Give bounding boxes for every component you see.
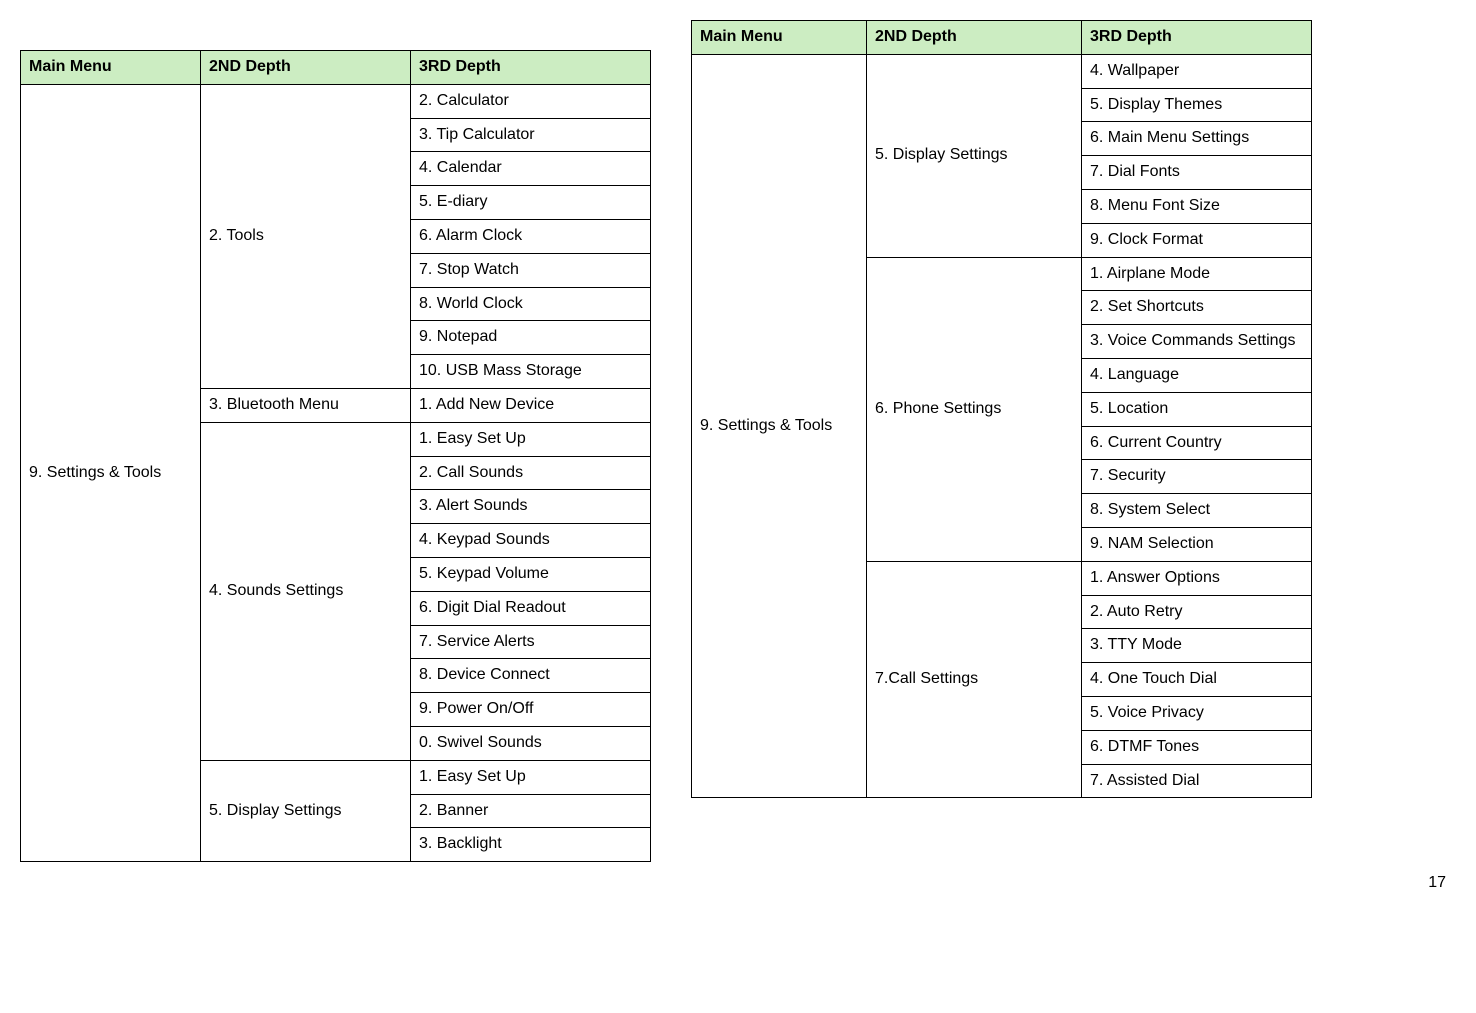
third-cell: 1. Answer Options [1082, 561, 1312, 595]
third-cell: 8. Device Connect [411, 659, 651, 693]
third-cell: 4. Keypad Sounds [411, 524, 651, 558]
header-third: 3RD Depth [1082, 21, 1312, 55]
third-cell: 1. Airplane Mode [1082, 257, 1312, 291]
third-cell: 2. Banner [411, 794, 651, 828]
third-cell: 2. Auto Retry [1082, 595, 1312, 629]
third-cell: 7. Security [1082, 460, 1312, 494]
third-cell: 0. Swivel Sounds [411, 726, 651, 760]
third-cell: 4. Calendar [411, 152, 651, 186]
third-cell: 5. Keypad Volume [411, 557, 651, 591]
third-cell: 6. DTMF Tones [1082, 730, 1312, 764]
third-cell: 2. Calculator [411, 84, 651, 118]
third-cell: 1. Easy Set Up [411, 760, 651, 794]
second-cell: 2. Tools [201, 84, 411, 388]
third-cell: 6. Main Menu Settings [1082, 122, 1312, 156]
header-second: 2ND Depth [867, 21, 1082, 55]
third-cell: 6. Digit Dial Readout [411, 591, 651, 625]
second-cell: 3. Bluetooth Menu [201, 388, 411, 422]
third-cell: 9. Notepad [411, 321, 651, 355]
third-cell: 7. Assisted Dial [1082, 764, 1312, 798]
third-cell: 4. Wallpaper [1082, 54, 1312, 88]
header-main: Main Menu [692, 21, 867, 55]
second-cell: 7.Call Settings [867, 561, 1082, 798]
header-second: 2ND Depth [201, 51, 411, 85]
third-cell: 5. Location [1082, 392, 1312, 426]
third-cell: 10. USB Mass Storage [411, 355, 651, 389]
third-cell: 7. Dial Fonts [1082, 156, 1312, 190]
main-cell: 9. Settings & Tools [692, 54, 867, 798]
third-cell: 3. Backlight [411, 828, 651, 862]
header-main: Main Menu [21, 51, 201, 85]
third-cell: 9. NAM Selection [1082, 527, 1312, 561]
third-cell: 4. One Touch Dial [1082, 663, 1312, 697]
third-cell: 7. Service Alerts [411, 625, 651, 659]
third-cell: 7. Stop Watch [411, 253, 651, 287]
third-cell: 5. E-diary [411, 186, 651, 220]
third-cell: 5. Display Themes [1082, 88, 1312, 122]
third-cell: 3. Tip Calculator [411, 118, 651, 152]
third-cell: 1. Add New Device [411, 388, 651, 422]
third-cell: 8. Menu Font Size [1082, 189, 1312, 223]
third-cell: 2. Set Shortcuts [1082, 291, 1312, 325]
third-cell: 8. World Clock [411, 287, 651, 321]
third-cell: 6. Alarm Clock [411, 219, 651, 253]
third-cell: 1. Easy Set Up [411, 422, 651, 456]
third-cell: 5. Voice Privacy [1082, 696, 1312, 730]
header-third: 3RD Depth [411, 51, 651, 85]
third-cell: 4. Language [1082, 358, 1312, 392]
menu-table-right: Main Menu 2ND Depth 3RD Depth 9. Setting… [691, 20, 1312, 798]
third-cell: 3. TTY Mode [1082, 629, 1312, 663]
second-cell: 5. Display Settings [867, 54, 1082, 257]
third-cell: 6. Current Country [1082, 426, 1312, 460]
third-cell: 2. Call Sounds [411, 456, 651, 490]
third-cell: 9. Power On/Off [411, 693, 651, 727]
third-cell: 3. Alert Sounds [411, 490, 651, 524]
second-cell: 5. Display Settings [201, 760, 411, 861]
third-cell: 9. Clock Format [1082, 223, 1312, 257]
page-number: 17 [1428, 874, 1446, 892]
menu-table-left: Main Menu 2ND Depth 3RD Depth 9. Setting… [20, 50, 651, 862]
second-cell: 4. Sounds Settings [201, 422, 411, 760]
main-cell: 9. Settings & Tools [21, 84, 201, 861]
second-cell: 6. Phone Settings [867, 257, 1082, 561]
third-cell: 3. Voice Commands Settings [1082, 325, 1312, 359]
third-cell: 8. System Select [1082, 494, 1312, 528]
